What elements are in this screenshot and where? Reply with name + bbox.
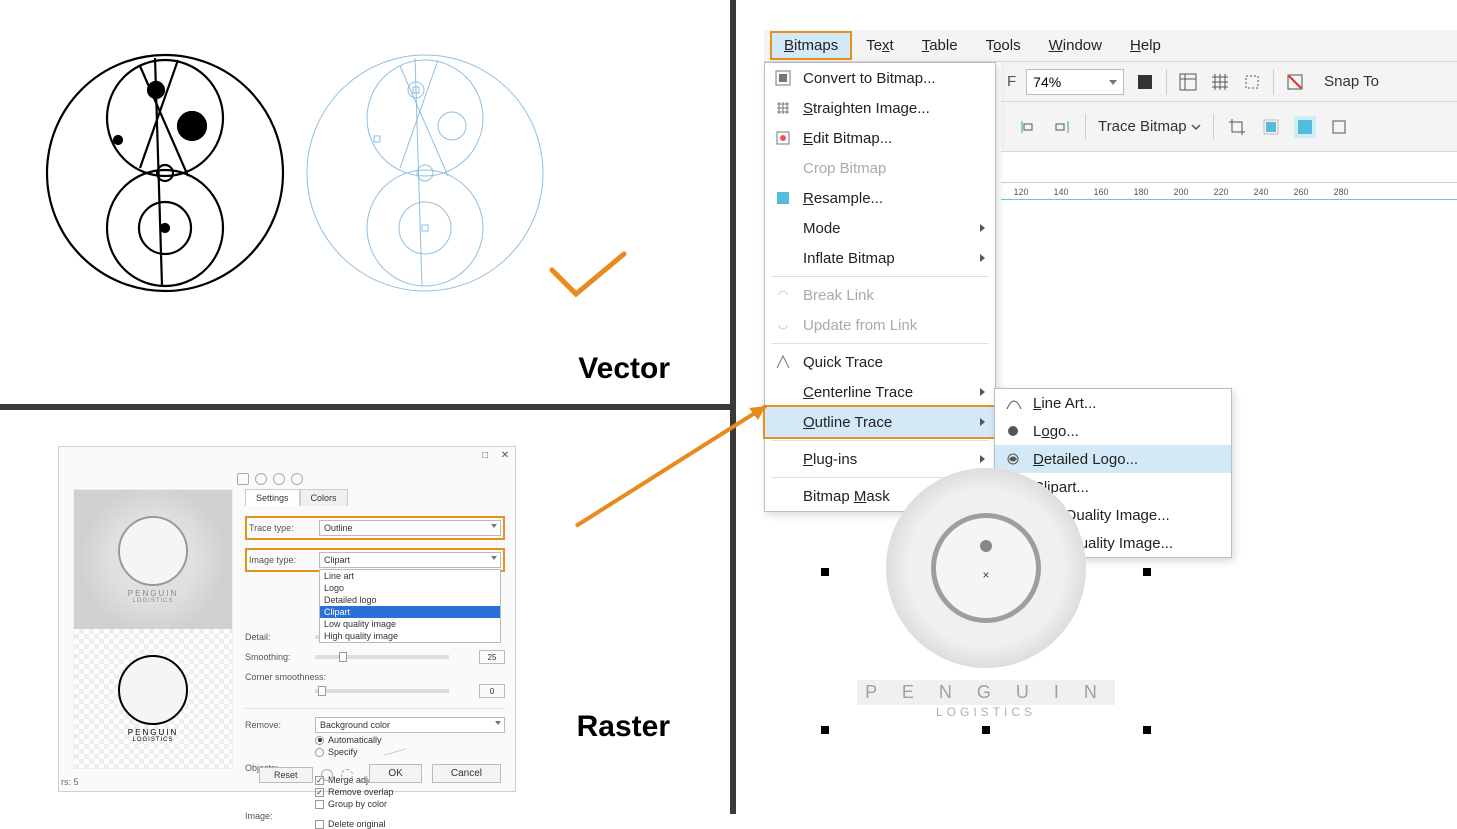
check-group-by-color[interactable] xyxy=(315,800,324,809)
guides-icon[interactable] xyxy=(1241,71,1263,93)
snap-to-label[interactable]: Snap To xyxy=(1324,73,1379,90)
detail-label: Detail: xyxy=(245,632,315,642)
radio-automatically[interactable] xyxy=(315,736,324,745)
rulers-icon[interactable] xyxy=(1177,71,1199,93)
layers-count: rs: 5 xyxy=(61,777,79,787)
radio-specify[interactable] xyxy=(315,748,324,757)
tab-colors[interactable]: Colors xyxy=(300,489,348,506)
menu-crop-bitmap: Crop Bitmap xyxy=(765,153,995,183)
image-type-label: Image type: xyxy=(249,555,319,565)
menu-table[interactable]: Table xyxy=(908,31,972,60)
distribute-icon[interactable] xyxy=(1051,116,1073,138)
checkmark-icon xyxy=(548,250,628,300)
vector-label: Vector xyxy=(578,352,670,386)
fullscreen-icon[interactable] xyxy=(1134,71,1156,93)
menu-quick-trace[interactable]: Quick Trace xyxy=(765,347,995,377)
menu-mode[interactable]: Mode xyxy=(765,213,995,243)
submenu-logo[interactable]: Logo... xyxy=(995,417,1231,445)
dialog-view-tools xyxy=(237,473,303,485)
zoom-dropdown[interactable]: 74% xyxy=(1026,69,1124,95)
option-detailed-logo[interactable]: Detailed logo xyxy=(320,594,500,606)
crop-bitmap-icon[interactable] xyxy=(1328,116,1350,138)
option-logo[interactable]: Logo xyxy=(320,582,500,594)
menu-inflate-bitmap[interactable]: Inflate Bitmap xyxy=(765,243,995,273)
toolbar-contextual: Trace Bitmap xyxy=(1001,102,1457,152)
tab-settings[interactable]: Settings xyxy=(245,489,300,506)
canvas-selected-bitmap[interactable]: P E N G U I N LOGISTICS × xyxy=(826,468,1146,758)
menu-straighten-image[interactable]: Straighten Image... xyxy=(765,93,995,123)
image-type-options: Line art Logo Detailed logo Clipart Low … xyxy=(319,569,501,643)
vector-artwork-wire xyxy=(300,48,550,298)
bitmap-mode-icon[interactable] xyxy=(1294,116,1316,138)
menu-bar: Bitmaps Text Table Tools Window Help xyxy=(764,30,1457,62)
vector-artwork-black xyxy=(40,48,290,298)
canvas-logo-subtext: LOGISTICS xyxy=(936,705,1036,719)
menu-update-from-link: Update from Link xyxy=(765,310,995,340)
smoothing-label: Smoothing: xyxy=(245,652,315,662)
menu-convert-to-bitmap[interactable]: Convert to Bitmap... xyxy=(765,63,995,93)
zoom-fit-icon[interactable] xyxy=(237,473,249,485)
option-line-art[interactable]: Line art xyxy=(320,570,500,582)
zoom-in-icon[interactable] xyxy=(255,473,267,485)
preview-original: PENGUIN LOGISTICS xyxy=(74,490,232,629)
check-delete-original[interactable] xyxy=(315,820,324,829)
zoom-out-icon[interactable] xyxy=(273,473,285,485)
canvas-logo-text: P E N G U I N xyxy=(857,680,1115,705)
menu-text[interactable]: Text xyxy=(852,31,908,60)
menu-resample[interactable]: Resample... xyxy=(765,183,995,213)
resample-icon[interactable] xyxy=(1260,116,1282,138)
trace-type-label: Trace type: xyxy=(249,523,319,533)
trace-settings-pane: Settings Colors Trace type: Outline Imag… xyxy=(245,489,505,751)
trace-preview: PENGUIN LOGISTICS PENGUIN LOGISTICS xyxy=(73,489,233,769)
menu-break-link: Break Link xyxy=(765,280,995,310)
corner-slider[interactable] xyxy=(315,689,449,693)
maximize-icon[interactable]: □ xyxy=(479,449,491,461)
trace-type-dropdown[interactable]: Outline xyxy=(319,520,501,536)
dialog-window-controls: □ ✕ xyxy=(479,449,511,461)
reset-button[interactable]: Reset xyxy=(259,767,313,783)
image-type-dropdown[interactable]: Clipart Line art Logo Detailed logo Clip… xyxy=(319,552,501,568)
corner-label: Corner smoothness: xyxy=(245,672,345,682)
bitmaps-dropdown: Convert to Bitmap... Straighten Image...… xyxy=(764,62,996,512)
crop-icon[interactable] xyxy=(1226,116,1248,138)
reset-progress-icon xyxy=(321,769,333,781)
preview-traced: PENGUIN LOGISTICS xyxy=(74,629,232,768)
raster-panel: Raster □ ✕ PENGUIN LOGISTICS PENGUIN LOG… xyxy=(0,410,730,814)
menu-bitmaps[interactable]: Bitmaps xyxy=(770,31,852,60)
menu-help[interactable]: Help xyxy=(1116,31,1175,60)
check-remove-overlap[interactable] xyxy=(315,788,324,797)
trace-bitmap-button[interactable]: Trace Bitmap xyxy=(1098,118,1201,135)
grid-icon[interactable] xyxy=(1209,71,1231,93)
image-row-label: Image: xyxy=(245,811,315,821)
vector-panel: Vector xyxy=(0,0,730,404)
menu-window[interactable]: Window xyxy=(1035,31,1116,60)
option-low-quality[interactable]: Low quality image xyxy=(320,618,500,630)
reset-progress-icon-2 xyxy=(341,769,353,781)
menu-tools[interactable]: Tools xyxy=(972,31,1035,60)
horizontal-ruler: 120 140 160 180 200 220 240 260 280 xyxy=(1001,182,1457,200)
menu-outline-trace[interactable]: Outline Trace xyxy=(765,407,995,437)
menu-edit-bitmap[interactable]: Edit Bitmap... xyxy=(765,123,995,153)
option-clipart[interactable]: Clipart xyxy=(320,606,500,618)
format-indicator: F xyxy=(1007,73,1016,90)
submenu-line-art[interactable]: Line Art... xyxy=(995,389,1231,417)
coreldraw-panel: Bitmaps Text Table Tools Window Help F 7… xyxy=(736,0,1457,814)
eyedropper-icon[interactable] xyxy=(382,747,412,757)
snap-off-icon[interactable] xyxy=(1284,71,1306,93)
align-icon[interactable] xyxy=(1017,116,1039,138)
raster-label: Raster xyxy=(577,710,670,744)
zoom-actual-icon[interactable] xyxy=(291,473,303,485)
toolbar-top: F 74% Snap To xyxy=(1001,62,1457,102)
smoothing-value[interactable]: 25 xyxy=(479,650,505,664)
smoothing-slider[interactable] xyxy=(315,655,449,659)
ok-button[interactable]: OK xyxy=(369,764,421,783)
close-icon[interactable]: ✕ xyxy=(499,449,511,461)
remove-dropdown[interactable]: Background color xyxy=(315,717,505,733)
powertrace-dialog: □ ✕ PENGUIN LOGISTICS PENGUIN LOGISTICS … xyxy=(58,446,516,792)
option-high-quality[interactable]: High quality image xyxy=(320,630,500,642)
corner-value[interactable]: 0 xyxy=(479,684,505,698)
remove-label: Remove: xyxy=(245,720,315,730)
cancel-button[interactable]: Cancel xyxy=(432,764,501,783)
menu-centerline-trace[interactable]: Centerline Trace xyxy=(765,377,995,407)
